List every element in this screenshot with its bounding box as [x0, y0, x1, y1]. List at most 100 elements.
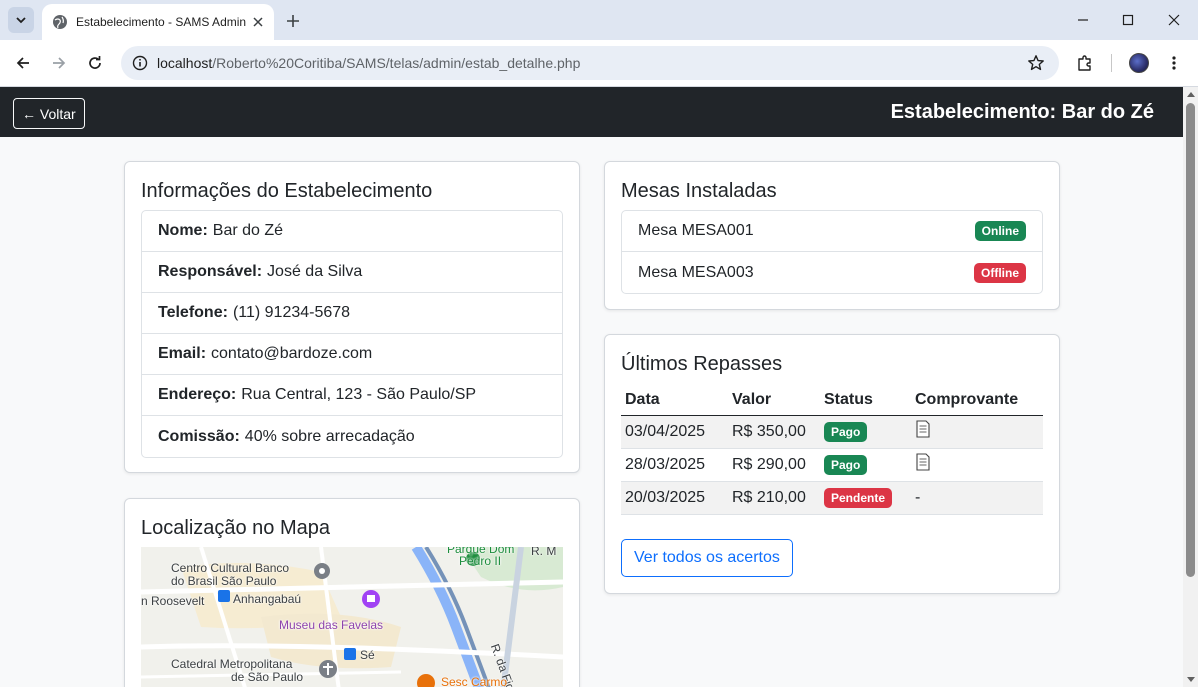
map-label-centro2: do Brasil São Paulo: [171, 574, 277, 588]
column-header-status: Status: [820, 386, 911, 416]
minimize-button[interactable]: [1068, 6, 1098, 34]
chevron-down-icon: [16, 17, 26, 24]
info-card-title: Informações do Estabelecimento: [141, 180, 433, 202]
close-icon[interactable]: [250, 14, 266, 30]
cell-status: Pendente: [820, 481, 911, 515]
globe-icon: [52, 14, 68, 30]
maximize-icon: [1122, 14, 1134, 26]
document-icon[interactable]: [915, 420, 931, 438]
cell-valor: R$ 350,00: [728, 415, 820, 449]
puzzle-icon: [1078, 55, 1091, 71]
arrow-left-icon: [16, 57, 29, 69]
back-nav-button[interactable]: [11, 51, 35, 75]
map-label-museu: Museu das Favelas: [279, 618, 384, 632]
mesas-card-title: Mesas Instaladas: [621, 180, 777, 202]
info-list: Nome: Bar do Zé Responsável: José da Silva…: [141, 210, 563, 458]
cell-status: Pago: [820, 448, 911, 482]
map-embed[interactable]: Parque Dom Pedro II R. M Centro Cultural…: [141, 547, 563, 687]
column-header-comprovante: Comprovante: [911, 386, 1043, 416]
map-label-centro1: Centro Cultural Banco: [171, 561, 290, 575]
info-item-endereco: Endereço: Rua Central, 123 - São Paulo/SP: [142, 375, 562, 416]
profile-button[interactable]: [1127, 51, 1151, 75]
browser-tabstrip: Estabelecimento - SAMS Admin: [0, 0, 1198, 40]
document-icon[interactable]: [915, 453, 931, 471]
map-label-sesc: Sesc Carmo: [441, 675, 508, 687]
arrow-right-icon: [53, 57, 66, 69]
cell-data: 03/04/2025: [621, 415, 728, 449]
new-tab-button[interactable]: [282, 10, 304, 32]
mesa-name: Mesa MESA001: [638, 222, 754, 239]
forward-nav-button[interactable]: [47, 51, 71, 75]
mesas-list: Mesa MESA001 Online Mesa MESA003 Offline: [621, 210, 1043, 294]
tab-title: Estabelecimento - SAMS Admin: [76, 15, 247, 29]
map-card-title: Localização no Mapa: [141, 517, 331, 539]
status-badge: Online: [974, 221, 1026, 241]
browser-tab[interactable]: Estabelecimento - SAMS Admin: [42, 4, 274, 40]
cell-comprovante: [911, 448, 1043, 482]
reload-button[interactable]: [83, 51, 107, 75]
cell-data: 20/03/2025: [621, 481, 728, 515]
site-info-icon[interactable]: [123, 55, 157, 71]
status-badge: Offline: [974, 262, 1026, 283]
avatar: [1129, 53, 1149, 73]
back-button[interactable]: ← Voltar: [13, 98, 85, 129]
extensions-button[interactable]: [1073, 51, 1097, 75]
cell-valor: R$ 210,00: [728, 481, 820, 515]
table-header-row: Data Valor Status Comprovante: [621, 386, 1043, 416]
info-item-comissao: Comissão: 40% sobre arrecadação: [158, 427, 415, 445]
maximize-button[interactable]: [1113, 6, 1143, 34]
info-item-email: Email: contato@bardoze.com: [142, 334, 562, 375]
cell-comprovante: -: [911, 481, 1043, 515]
table-row: 20/03/2025 R$ 210,00 Pendente -: [621, 481, 1043, 515]
map-label-anhangabau: Anhangabaú: [233, 592, 302, 606]
scrollbar-thumb[interactable]: [1186, 103, 1195, 577]
cell-valor: R$ 290,00: [728, 448, 820, 482]
table-row: 28/03/2025 R$ 290,00 Pago: [621, 448, 1043, 482]
info-item-nome: Nome: Bar do Zé: [142, 211, 562, 252]
repasses-card: Últimos Repasses Data Valor Status Compr…: [604, 334, 1060, 594]
table-row: 03/04/2025 R$ 350,00 Pago: [621, 415, 1043, 449]
info-card: Informações do Estabelecimento Nome: Bar …: [124, 161, 580, 473]
toolbar-divider: [1111, 54, 1112, 72]
map-label-roosevelt: n Roosevelt: [141, 594, 205, 608]
repasses-table: Data Valor Status Comprovante 03/04/2025…: [621, 386, 1043, 515]
info-item-responsavel: Responsável: José da Silva: [142, 252, 562, 293]
mesa-item: Mesa MESA003 Offline: [622, 252, 1042, 293]
address-bar[interactable]: localhost/Roberto%20Coritiba/SAMS/telas/…: [121, 46, 1059, 80]
tab-search-button[interactable]: [8, 7, 34, 33]
page-viewport: ← Voltar Estabelecimento: Bar do Zé Info…: [0, 87, 1198, 687]
mesa-item: Mesa MESA001 Online: [622, 211, 1042, 252]
window-close-button[interactable]: [1159, 6, 1189, 34]
minimize-icon: [1078, 19, 1088, 21]
ver-todos-acertos-button[interactable]: Ver todos os acertos: [621, 539, 793, 577]
more-vert-icon: [1172, 56, 1176, 70]
map-label-catedral2: de São Paulo: [231, 670, 304, 684]
scrollbar[interactable]: [1183, 87, 1198, 687]
info-item-telefone: Telefone: (11) 91234-5678: [142, 293, 562, 334]
top-navbar: ← Voltar Estabelecimento: Bar do Zé: [0, 87, 1183, 137]
reload-icon: [89, 56, 101, 69]
plus-icon: [287, 15, 299, 27]
column-header-data: Data: [621, 386, 728, 416]
bookmark-star-icon[interactable]: [1027, 54, 1045, 77]
cell-status: Pago: [820, 415, 911, 449]
map-label-rm: R. M: [531, 547, 557, 558]
map-label-pedro: Pedro II: [459, 554, 502, 568]
map-label-se: Sé: [360, 648, 375, 662]
repasses-card-title: Últimos Repasses: [621, 353, 783, 375]
scroll-down-icon[interactable]: [1186, 675, 1195, 684]
map-label-catedral1: Catedral Metropolitana: [171, 657, 293, 671]
map-card: Localização no Mapa Parque Dom Pedro II …: [124, 498, 580, 687]
status-badge: Pago: [824, 421, 868, 442]
mesa-name: Mesa MESA003: [638, 263, 754, 281]
close-icon: [1168, 14, 1180, 26]
browser-menu-button[interactable]: [1162, 51, 1186, 75]
mesas-card: Mesas Instaladas Mesa MESA001 Online Mes…: [604, 161, 1060, 310]
scroll-up-icon[interactable]: [1186, 89, 1195, 98]
cell-data: 28/03/2025: [621, 448, 728, 482]
status-badge: Pendente: [824, 487, 893, 508]
url-text: localhost/Roberto%20Coritiba/SAMS/telas/…: [157, 55, 581, 71]
column-header-valor: Valor: [728, 386, 820, 416]
cell-comprovante: [911, 415, 1043, 449]
page-title: Estabelecimento: Bar do Zé: [890, 101, 1154, 123]
